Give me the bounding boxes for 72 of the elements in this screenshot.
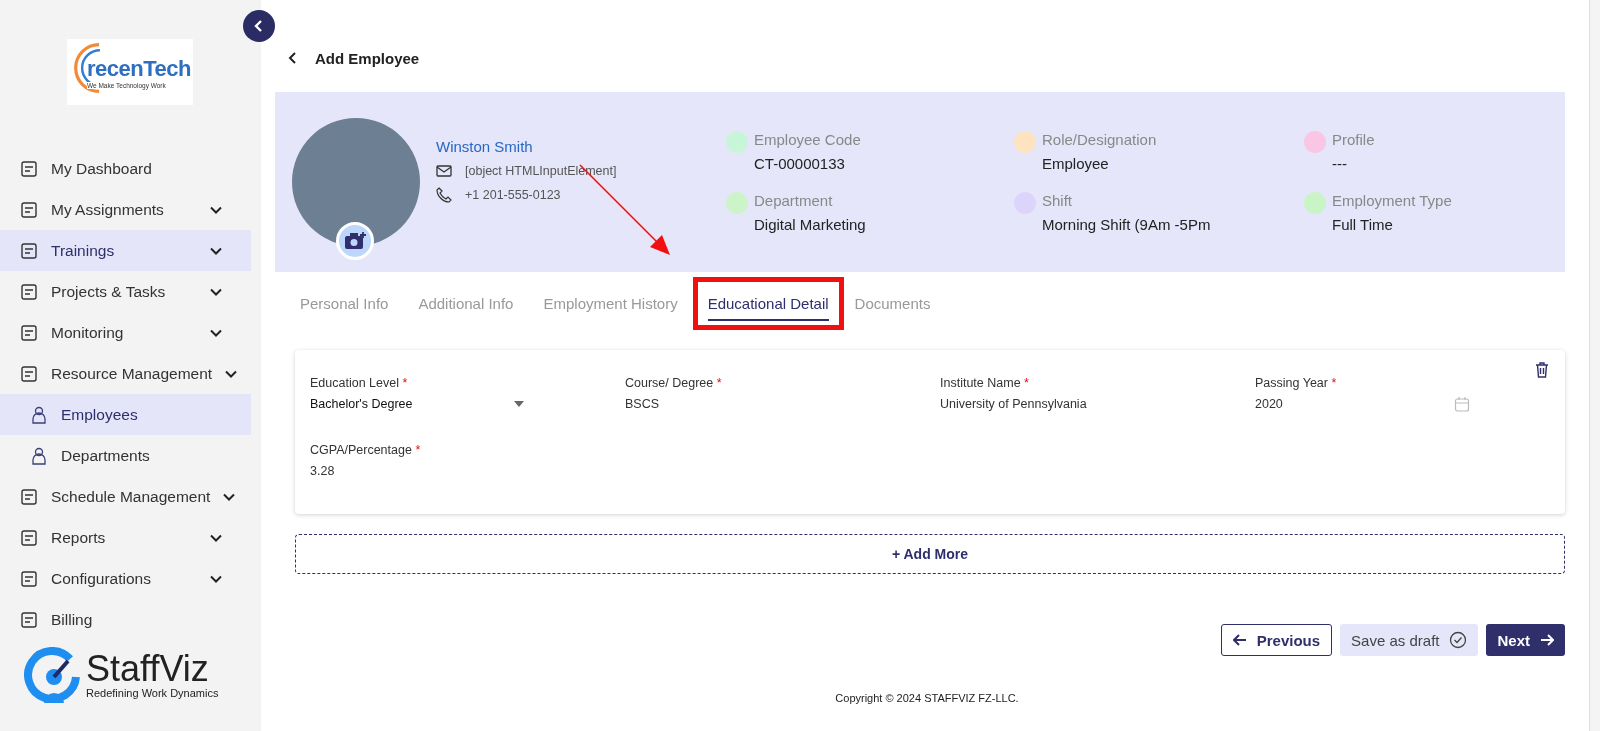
brand-name: StaffViz xyxy=(86,651,210,687)
scrollbar[interactable] xyxy=(1589,0,1600,731)
previous-button[interactable]: Previous xyxy=(1220,624,1333,656)
field-label: CGPA/Percentage * xyxy=(310,443,422,457)
field-label: Institute Name * xyxy=(940,376,1030,390)
person-icon xyxy=(29,445,49,466)
menu-icon xyxy=(19,240,39,261)
calendar-icon xyxy=(1454,396,1470,412)
menu-icon xyxy=(19,609,39,630)
brand-tagline: Redefining Work Dynamics xyxy=(86,687,219,699)
sidebar-item[interactable]: Reports xyxy=(0,517,251,558)
info-value: --- xyxy=(1332,155,1348,172)
info-label: Employee Code xyxy=(754,131,861,148)
menu-icon xyxy=(19,158,39,179)
page-title: Add Employee xyxy=(315,49,420,67)
arrow-right-icon xyxy=(1540,634,1554,646)
field-label: Education Level * xyxy=(310,376,409,390)
sidebar-item[interactable]: Monitoring xyxy=(0,312,251,353)
menu-icon xyxy=(19,486,39,507)
input-field[interactable]: BSCS xyxy=(625,395,840,413)
menu-icon xyxy=(19,281,39,302)
tab[interactable]: Educational Detail xyxy=(707,285,829,321)
caret-icon xyxy=(513,400,525,408)
person-icon xyxy=(29,404,49,425)
save-draft-button[interactable]: Save as draft xyxy=(1340,624,1479,656)
field-label: Passing Year * xyxy=(1255,376,1338,390)
info-label: Role/Designation xyxy=(1042,131,1157,148)
info-label: Department xyxy=(754,192,834,209)
employee-name: Winston Smith xyxy=(436,137,534,155)
phone-icon xyxy=(436,186,452,203)
info-label: Employment Type xyxy=(1332,192,1452,209)
info-value: Digital Marketing xyxy=(754,216,866,233)
camera-button[interactable] xyxy=(336,222,374,260)
menu-icon xyxy=(19,527,39,548)
camera-icon xyxy=(344,231,366,251)
delete-icon[interactable] xyxy=(1535,362,1549,378)
field-label: Course/ Degree * xyxy=(625,376,723,390)
sidebar-item[interactable]: My Dashboard xyxy=(0,148,251,189)
add-more-button[interactable]: + Add More xyxy=(295,534,1565,574)
logo-text: recenTech xyxy=(87,55,192,82)
chevron-left-icon xyxy=(253,20,265,32)
info-label: Profile xyxy=(1332,131,1375,148)
info-value: CT-00000133 xyxy=(754,155,846,172)
menu-icon xyxy=(19,568,39,589)
mail-icon xyxy=(436,163,452,178)
menu-icon xyxy=(19,363,39,384)
check-circle-icon xyxy=(1449,631,1468,649)
collapse-sidebar-button[interactable] xyxy=(243,10,275,42)
info-value: Morning Shift (9Am -5Pm xyxy=(1042,216,1211,233)
info-value: Employee xyxy=(1042,155,1110,172)
menu-icon xyxy=(19,199,39,220)
employee-phone: +1 201-555-0123 xyxy=(465,187,561,202)
sidebar-item[interactable]: Resource Management xyxy=(0,353,251,394)
sidebar-subitem[interactable]: Departments xyxy=(0,435,251,476)
sidebar-item[interactable]: Trainings xyxy=(0,230,251,271)
input-field[interactable]: University of Pennsylvania xyxy=(940,395,1155,413)
sidebar-item[interactable]: Schedule Management xyxy=(0,476,251,517)
sidebar-item[interactable]: Billing xyxy=(0,599,251,640)
menu-icon xyxy=(19,322,39,343)
sidebar-item[interactable]: Configurations xyxy=(0,558,251,599)
copyright-text: Copyright © 2024 STAFFVIZ FZ-LLC. xyxy=(834,692,1020,704)
sidebar-item[interactable]: Projects & Tasks xyxy=(0,271,251,312)
next-button[interactable]: Next xyxy=(1486,624,1565,656)
input-field[interactable]: 3.28 xyxy=(310,462,525,480)
back-icon[interactable] xyxy=(287,51,299,65)
sidebar-subitem[interactable]: Employees xyxy=(0,394,251,435)
select-field[interactable]: Bachelor's Degree xyxy=(310,395,525,413)
info-value: Full Time xyxy=(1332,216,1394,233)
date-field[interactable]: 2020 xyxy=(1255,395,1470,413)
info-label: Shift xyxy=(1042,192,1073,209)
sidebar-item[interactable]: My Assignments xyxy=(0,189,251,230)
arrow-left-icon xyxy=(1232,634,1247,646)
